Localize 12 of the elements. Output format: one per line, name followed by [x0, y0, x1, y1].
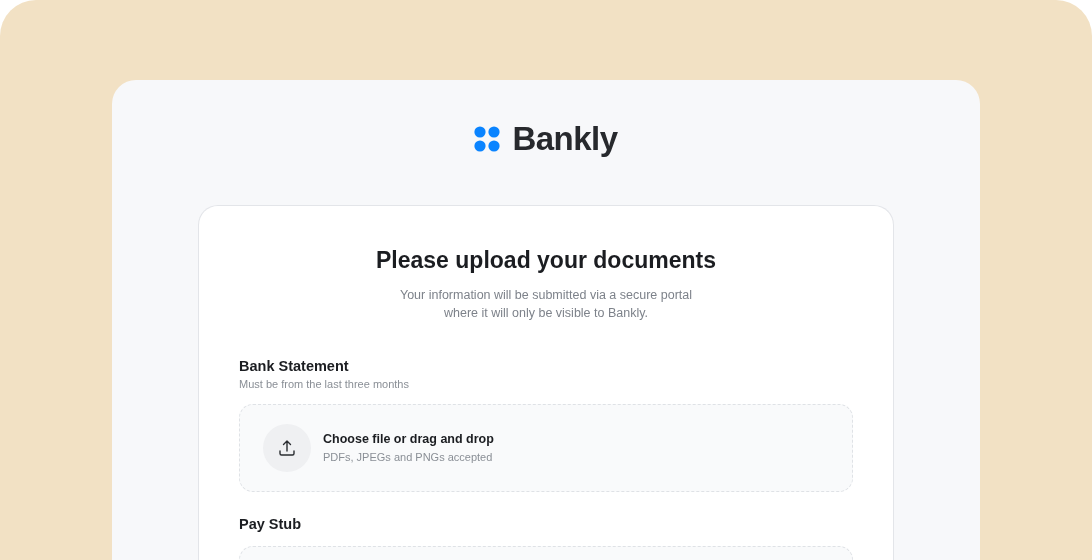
section-description: Must be from the last three months [239, 377, 410, 392]
subtitle-text: Your information will be submitted via a secure portal where it will only be visible to Bankly. [398, 287, 694, 322]
upload-icon [278, 439, 296, 457]
file-dropzone[interactable]: Choose file or drag and drop PDFs, JPEGs and PNGs accepted [239, 404, 853, 492]
dropzone-title: Choose file or drag and drop [323, 431, 494, 448]
upload-button[interactable] [263, 424, 311, 472]
section-title: Pay Stub [239, 515, 303, 534]
dropzone-hint: PDFs, JPEGs and PNGs accepted [323, 450, 494, 465]
logo-icon [474, 126, 501, 152]
section-title: Bank Statement [239, 357, 350, 376]
page-heading: Please upload your documents [375, 246, 717, 275]
brand-name: Bankly [512, 120, 618, 158]
